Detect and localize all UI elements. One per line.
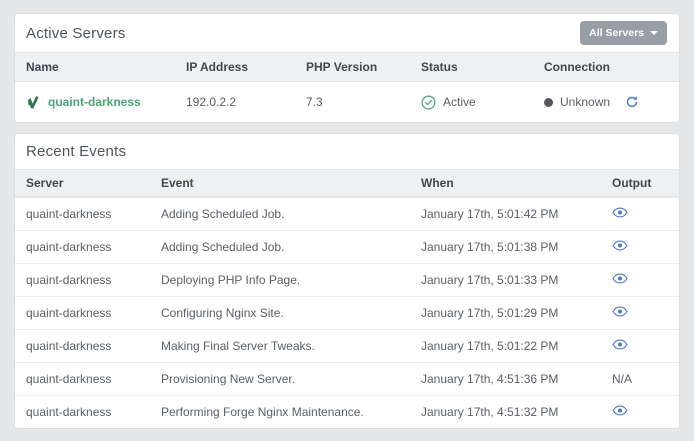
event-row: quaint-darkness Deploying PHP Info Page.… [15, 263, 679, 296]
server-ip: 192.0.2.2 [175, 95, 295, 109]
col-connection: Connection [533, 60, 679, 74]
event-when: January 17th, 5:01:38 PM [410, 240, 601, 254]
event-server: quaint-darkness [15, 306, 150, 320]
event-row: quaint-darkness Adding Scheduled Job. Ja… [15, 230, 679, 263]
event-description: Configuring Nginx Site. [150, 306, 410, 320]
event-description: Adding Scheduled Job. [150, 207, 410, 221]
event-when: January 17th, 4:51:36 PM [410, 372, 601, 386]
server-row: quaint-darkness 192.0.2.2 7.3 Active [15, 82, 679, 122]
event-when: January 17th, 4:51:32 PM [410, 405, 601, 419]
col-output: Output [601, 176, 679, 190]
active-servers-panel: Active Servers All Servers Name IP Addre… [14, 13, 680, 123]
view-output-button[interactable] [612, 339, 628, 350]
servers-table-header: Name IP Address PHP Version Status Conne… [15, 52, 679, 82]
recent-events-header: Recent Events [15, 134, 679, 169]
view-output-button[interactable] [612, 405, 628, 416]
view-output-button[interactable] [612, 207, 628, 218]
col-status: Status [410, 60, 533, 74]
event-when: January 17th, 5:01:22 PM [410, 339, 601, 353]
server-status-text: Active [443, 95, 476, 109]
event-row: quaint-darkness Adding Scheduled Job. Ja… [15, 197, 679, 230]
event-server: quaint-darkness [15, 207, 150, 221]
connection-status-dot-icon [544, 98, 553, 107]
active-servers-header: Active Servers All Servers [15, 14, 679, 52]
col-name: Name [15, 60, 175, 74]
eye-icon [612, 273, 628, 284]
event-when: January 17th, 5:01:42 PM [410, 207, 601, 221]
event-description: Adding Scheduled Job. [150, 240, 410, 254]
event-when: January 17th, 5:01:29 PM [410, 306, 601, 320]
event-description: Performing Forge Nginx Maintenance. [150, 405, 410, 419]
all-servers-dropdown[interactable]: All Servers [580, 21, 667, 45]
server-php-version: 7.3 [295, 95, 410, 109]
refresh-icon [625, 95, 639, 109]
view-output-button[interactable] [612, 240, 628, 251]
event-server: quaint-darkness [15, 405, 150, 419]
eye-icon [612, 240, 628, 251]
eye-icon [612, 207, 628, 218]
eye-icon [612, 339, 628, 350]
event-row: quaint-darkness Provisioning New Server.… [15, 362, 679, 395]
view-output-button[interactable] [612, 273, 628, 284]
event-when: January 17th, 5:01:33 PM [410, 273, 601, 287]
recent-events-panel: Recent Events Server Event When Output q… [14, 133, 680, 429]
status-check-circle-icon [421, 95, 436, 110]
event-server: quaint-darkness [15, 339, 150, 353]
refresh-connection-button[interactable] [625, 95, 639, 109]
col-ip-address: IP Address [175, 60, 295, 74]
col-php-version: PHP Version [295, 60, 410, 74]
event-description: Deploying PHP Info Page. [150, 273, 410, 287]
event-row: quaint-darkness Configuring Nginx Site. … [15, 296, 679, 329]
all-servers-dropdown-label: All Servers [589, 27, 644, 39]
event-server: quaint-darkness [15, 372, 150, 386]
event-row: quaint-darkness Performing Forge Nginx M… [15, 395, 679, 428]
server-name-link[interactable]: quaint-darkness [48, 95, 141, 109]
connection-status-text: Unknown [560, 95, 610, 109]
output-not-available: N/A [612, 372, 632, 386]
col-event: Event [150, 176, 410, 190]
event-description: Provisioning New Server. [150, 372, 410, 386]
col-when: When [410, 176, 601, 190]
events-table-header: Server Event When Output [15, 169, 679, 197]
col-server: Server [15, 176, 150, 190]
view-output-button[interactable] [612, 306, 628, 317]
event-server: quaint-darkness [15, 240, 150, 254]
active-servers-title: Active Servers [26, 25, 126, 42]
recent-events-title: Recent Events [26, 143, 126, 160]
event-description: Making Final Server Tweaks. [150, 339, 410, 353]
eye-icon [612, 306, 628, 317]
eye-icon [612, 405, 628, 416]
event-row: quaint-darkness Making Final Server Twea… [15, 329, 679, 362]
chevron-down-icon [650, 31, 658, 35]
dashboard-page: Active Servers All Servers Name IP Addre… [0, 0, 694, 441]
event-server: quaint-darkness [15, 273, 150, 287]
server-provider-icon [26, 95, 40, 110]
